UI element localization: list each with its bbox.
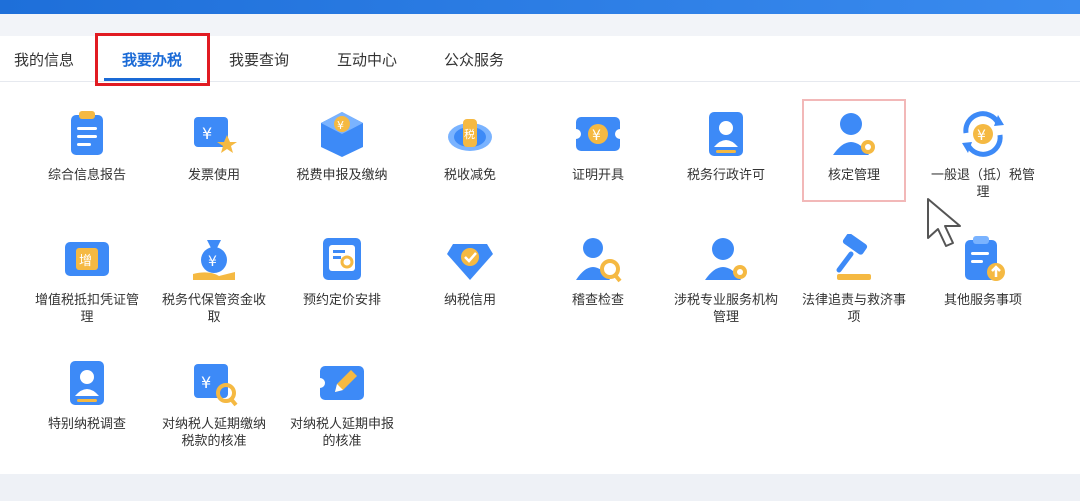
service-item-admin-license[interactable]: 税务行政许可 bbox=[666, 109, 786, 184]
service-item-label: 税收减免 bbox=[443, 168, 496, 183]
service-item-comprehensive-report[interactable]: 综合信息报告 bbox=[27, 109, 147, 184]
tab-my-info[interactable]: 我的信息 bbox=[14, 49, 74, 70]
service-item-tax-relief[interactable]: 税 税收减免 bbox=[410, 109, 530, 184]
svg-text:¥: ¥ bbox=[202, 124, 212, 143]
service-item-label: 对纳税人延期申报的核准 bbox=[289, 417, 394, 449]
credit-diamond-icon bbox=[447, 244, 493, 280]
service-item-label: 证明开具 bbox=[571, 168, 624, 183]
service-item-assessment[interactable]: 核定管理 bbox=[794, 109, 914, 184]
svg-text:¥: ¥ bbox=[592, 128, 601, 144]
svg-text:¥: ¥ bbox=[201, 373, 211, 392]
service-item-label: 发票使用 bbox=[187, 168, 240, 183]
service-item-label: 对纳税人延期缴纳税款的核准 bbox=[161, 417, 266, 449]
service-item-deferred-payment[interactable]: ¥ 对纳税人延期缴纳税款的核准 bbox=[154, 358, 274, 450]
top-banner bbox=[0, 0, 1080, 14]
service-item-certificate[interactable]: ¥ 证明开具 bbox=[538, 109, 658, 184]
service-item-label: 纳税信用 bbox=[443, 293, 496, 308]
refund-cycle-icon: ¥ bbox=[962, 111, 1004, 157]
service-item-label: 特别纳税调查 bbox=[47, 417, 126, 432]
user-search-icon bbox=[576, 238, 622, 283]
svg-text:¥: ¥ bbox=[208, 254, 217, 270]
page-footer-area bbox=[0, 474, 1080, 501]
tab-bar: 我的信息 我要办税 我要查询 互动中心 公众服务 bbox=[0, 33, 1080, 86]
service-item-advance-pricing[interactable]: 预约定价安排 bbox=[282, 234, 402, 309]
money-bag-icon: ¥ bbox=[193, 240, 235, 280]
service-item-inspection[interactable]: 稽查检查 bbox=[538, 234, 658, 309]
active-tab-underline bbox=[104, 78, 200, 81]
svg-text:¥: ¥ bbox=[337, 119, 344, 132]
service-item-deferred-declaration[interactable]: 对纳税人延期申报的核准 bbox=[282, 358, 402, 450]
service-item-label: 预约定价安排 bbox=[302, 293, 381, 308]
service-item-invoice-use[interactable]: ¥ 发票使用 bbox=[154, 109, 274, 184]
svg-text:¥: ¥ bbox=[977, 128, 986, 144]
service-item-label: 税务行政许可 bbox=[686, 168, 765, 183]
user-card-icon bbox=[709, 112, 743, 156]
service-item-label: 核定管理 bbox=[827, 168, 880, 183]
top-banner-shade bbox=[0, 14, 1080, 36]
service-item-tax-declaration[interactable]: ¥ 税费申报及缴纳 bbox=[282, 109, 402, 184]
user-card-icon bbox=[70, 361, 104, 405]
service-item-label: 税费申报及缴纳 bbox=[296, 168, 388, 183]
service-item-label: 税务代保管资金收取 bbox=[161, 293, 266, 325]
tab-public-service[interactable]: 公众服务 bbox=[444, 49, 504, 70]
document-search-icon bbox=[323, 238, 361, 280]
service-item-professional-org[interactable]: 涉税专业服务机构管理 bbox=[666, 234, 786, 326]
mouse-cursor-icon bbox=[927, 198, 961, 247]
invoice-star-icon: ¥ bbox=[194, 117, 237, 153]
service-item-custody-funds[interactable]: ¥ 税务代保管资金收取 bbox=[154, 234, 274, 326]
service-item-label: 综合信息报告 bbox=[47, 168, 126, 183]
service-item-label: 法律追责与救济事项 bbox=[801, 293, 906, 325]
service-item-label: 稽查检查 bbox=[571, 293, 624, 308]
svg-text:税: 税 bbox=[464, 127, 475, 141]
tab-interaction[interactable]: 互动中心 bbox=[337, 49, 397, 70]
ticket-yuan-icon: ¥ bbox=[573, 117, 623, 151]
tax-globe-icon: 税 bbox=[448, 119, 492, 151]
svg-text:增: 增 bbox=[79, 254, 92, 269]
service-item-tax-credit[interactable]: 纳税信用 bbox=[410, 234, 530, 309]
service-item-label: 其他服务事项 bbox=[943, 293, 1022, 308]
service-item-refund[interactable]: ¥ 一般退（抵）税管理 bbox=[923, 109, 1043, 201]
tab-query[interactable]: 我要查询 bbox=[229, 49, 289, 70]
clipboard-icon bbox=[71, 111, 103, 155]
service-item-vat-deduction[interactable]: 增 增值税抵扣凭证管理 bbox=[27, 234, 147, 326]
service-item-legal-remedy[interactable]: 法律追责与救济事项 bbox=[794, 234, 914, 326]
invoice-search-icon: ¥ bbox=[194, 364, 238, 407]
ticket-pen-icon bbox=[317, 366, 364, 400]
service-item-special-investigation[interactable]: 特别纳税调查 bbox=[27, 358, 147, 433]
gavel-icon bbox=[836, 234, 871, 280]
tab-tax-handling[interactable]: 我要办税 bbox=[122, 49, 182, 70]
service-item-label: 涉税专业服务机构管理 bbox=[673, 293, 778, 325]
user-gear-icon bbox=[833, 113, 875, 155]
service-item-label: 增值税抵扣凭证管理 bbox=[34, 293, 139, 325]
user-gear-icon bbox=[705, 238, 747, 280]
main-panel: 我的信息 我要办税 我要查询 互动中心 公众服务 综合信息报告 ¥ 发票使用 ¥… bbox=[0, 33, 1080, 474]
tax-box-icon: ¥ bbox=[321, 112, 363, 157]
vat-ticket-icon: 增 bbox=[65, 242, 109, 276]
